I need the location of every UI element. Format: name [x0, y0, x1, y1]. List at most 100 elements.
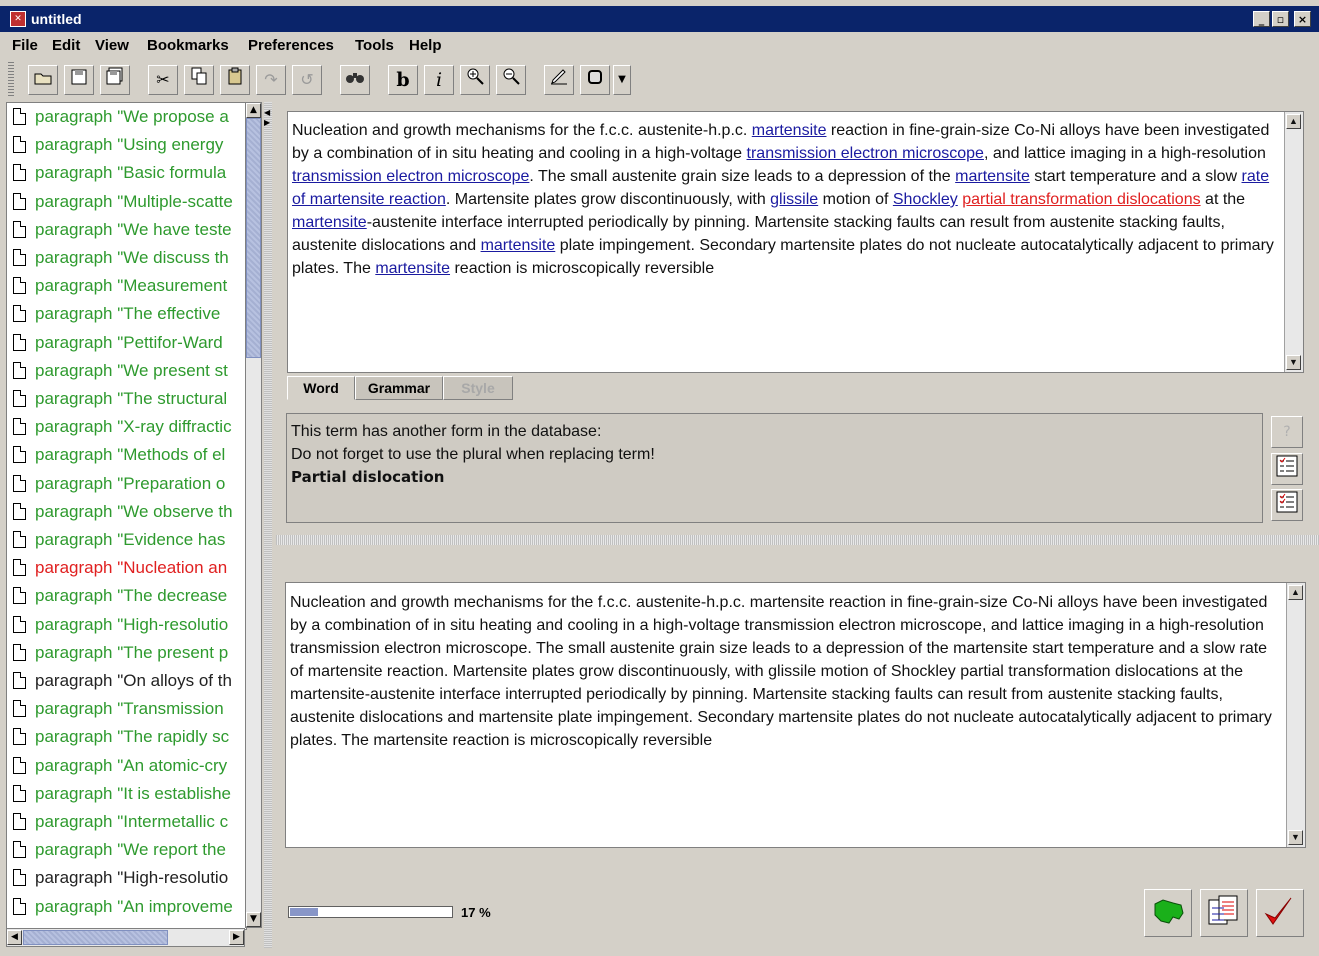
term-link[interactable]: martensite	[752, 122, 827, 139]
undo-icon[interactable]: ↷	[256, 65, 286, 95]
tab-word[interactable]: Word	[287, 376, 355, 400]
dropdown-icon[interactable]: ▼	[613, 65, 631, 95]
splitter-arrows-icon[interactable]: ◀ ▶	[264, 108, 270, 128]
list-item[interactable]: paragraph "Intermetallic c	[11, 810, 246, 838]
scroll-up-button[interactable]: ▲	[1286, 114, 1301, 129]
list-item[interactable]: paragraph "Methods of el	[11, 443, 246, 471]
scroll-down-button[interactable]: ▼	[1288, 830, 1303, 845]
annotated-text[interactable]: Nucleation and growth mechanisms for the…	[292, 119, 1277, 280]
term-link[interactable]: Shockley	[893, 191, 958, 208]
paragraph-list-vscroll[interactable]: ▲ ▼	[245, 102, 262, 928]
term-link[interactable]: martensite	[481, 237, 556, 254]
paragraph-list-hscroll[interactable]: ◀ ▶	[6, 928, 245, 947]
scroll-up-button[interactable]: ▲	[1288, 585, 1303, 600]
menu-bookmarks[interactable]: Bookmarks	[147, 37, 229, 54]
help-icon[interactable]: ?	[1271, 416, 1303, 448]
menu-tools[interactable]: Tools	[355, 37, 394, 54]
list-item[interactable]: paragraph "We have teste	[11, 218, 246, 246]
toolbar-grip[interactable]	[8, 62, 14, 96]
cut-icon[interactable]: ✂	[148, 65, 178, 95]
list-item[interactable]: paragraph "X-ray diffractic	[11, 415, 246, 443]
paste-icon[interactable]	[220, 65, 250, 95]
map-icon[interactable]	[1144, 889, 1192, 937]
list-item[interactable]: paragraph "Pettifor-Ward	[11, 331, 246, 359]
open-icon[interactable]	[28, 65, 58, 95]
term-link-selected[interactable]: partial transformation dislocations	[962, 191, 1200, 208]
scroll-down-button[interactable]: ▼	[1286, 355, 1301, 370]
checklist-icon[interactable]	[1271, 453, 1303, 485]
tab-grammar[interactable]: Grammar	[355, 376, 443, 400]
document-icon	[13, 277, 26, 295]
list-item[interactable]: paragraph "We present st	[11, 359, 246, 387]
list-item[interactable]: paragraph "Measurement	[11, 274, 246, 302]
menu-edit[interactable]: Edit	[52, 37, 80, 54]
list-item[interactable]: paragraph "The decrease	[11, 584, 246, 612]
list-item[interactable]: paragraph "The present p	[11, 641, 246, 669]
document-replace-icon[interactable]	[1200, 889, 1248, 937]
bold-icon[interactable]: b	[388, 65, 418, 95]
scroll-down-button[interactable]: ▼	[246, 912, 261, 927]
term-link[interactable]: martensite	[292, 214, 367, 231]
menu-preferences[interactable]: Preferences	[248, 37, 334, 54]
list-item[interactable]: paragraph "On alloys of th	[11, 669, 246, 697]
list-item[interactable]: paragraph "We report the	[11, 838, 246, 866]
redo-icon[interactable]: ↺	[292, 65, 322, 95]
term-link[interactable]: transmission electron microscope	[292, 168, 529, 185]
list-item[interactable]: paragraph "Evidence has	[11, 528, 246, 556]
menu-file[interactable]: File	[12, 37, 38, 54]
accept-checkmark-icon[interactable]	[1256, 889, 1304, 937]
vertical-splitter[interactable]: ◀ ▶	[264, 102, 272, 948]
stop-icon[interactable]	[580, 65, 610, 95]
list-item[interactable]: paragraph "Nucleation an	[11, 556, 246, 584]
list-item[interactable]: paragraph "We observe th	[11, 500, 246, 528]
document-icon	[13, 615, 26, 633]
term-link[interactable]: martensite	[955, 168, 1030, 185]
term-link[interactable]: transmission electron microscope	[747, 145, 984, 162]
hscroll-thumb[interactable]	[23, 930, 168, 945]
list-item[interactable]: paragraph "An atomic-cry	[11, 754, 246, 782]
document-icon	[13, 841, 26, 859]
copy-icon[interactable]	[184, 65, 214, 95]
menu-help[interactable]: Help	[409, 37, 442, 54]
list-item[interactable]: paragraph "We propose a	[11, 105, 246, 133]
list-item[interactable]: paragraph "The effective	[11, 302, 246, 330]
save-as-icon[interactable]	[100, 65, 130, 95]
horizontal-splitter[interactable]	[276, 535, 1319, 545]
close-button[interactable]: ×	[1294, 11, 1311, 27]
list-item[interactable]: paragraph "The structural	[11, 387, 246, 415]
scroll-left-button[interactable]: ◀	[7, 930, 22, 945]
zoom-out-icon[interactable]	[496, 65, 526, 95]
list-item[interactable]: paragraph "An improveme	[11, 895, 246, 923]
maximize-button[interactable]: ▫	[1272, 11, 1289, 27]
italic-icon[interactable]: i	[424, 65, 454, 95]
plain-text-panel[interactable]: Nucleation and growth mechanisms for the…	[285, 582, 1306, 848]
text-segment: , and lattice imaging in a high-resoluti…	[983, 145, 1266, 162]
menu-view[interactable]: View	[95, 37, 129, 54]
minimize-button[interactable]: _	[1253, 11, 1270, 27]
list-item[interactable]: paragraph "Using energy	[11, 133, 246, 161]
plain-text[interactable]: Nucleation and growth mechanisms for the…	[290, 591, 1280, 752]
list-item[interactable]: paragraph "High-resolutio	[11, 866, 246, 894]
scroll-thumb[interactable]	[246, 118, 261, 358]
edit-tool-icon[interactable]	[544, 65, 574, 95]
term-link[interactable]: martensite	[375, 260, 450, 277]
document-icon	[13, 643, 26, 661]
term-link[interactable]: glissile	[770, 191, 818, 208]
list-item[interactable]: paragraph "Basic formula	[11, 161, 246, 189]
scroll-right-button[interactable]: ▶	[229, 930, 244, 945]
annotated-text-panel[interactable]: Nucleation and growth mechanisms for the…	[287, 111, 1304, 373]
list-item[interactable]: paragraph "Transmission	[11, 697, 246, 725]
annotated-text-vscroll[interactable]: ▲ ▼	[1284, 112, 1303, 372]
list-item[interactable]: paragraph "Preparation o	[11, 472, 246, 500]
find-icon[interactable]	[340, 65, 370, 95]
list-item[interactable]: paragraph "The rapidly sc	[11, 725, 246, 753]
list-item[interactable]: paragraph "High-resolutio	[11, 613, 246, 641]
list-item[interactable]: paragraph "Multiple-scatte	[11, 190, 246, 218]
list-item[interactable]: paragraph "We discuss th	[11, 246, 246, 274]
zoom-in-icon[interactable]	[460, 65, 490, 95]
scroll-up-button[interactable]: ▲	[246, 103, 261, 118]
list-item[interactable]: paragraph "It is establishe	[11, 782, 246, 810]
checklist-replace-icon[interactable]	[1271, 489, 1303, 521]
save-icon[interactable]	[64, 65, 94, 95]
plain-text-vscroll[interactable]: ▲ ▼	[1286, 583, 1305, 847]
